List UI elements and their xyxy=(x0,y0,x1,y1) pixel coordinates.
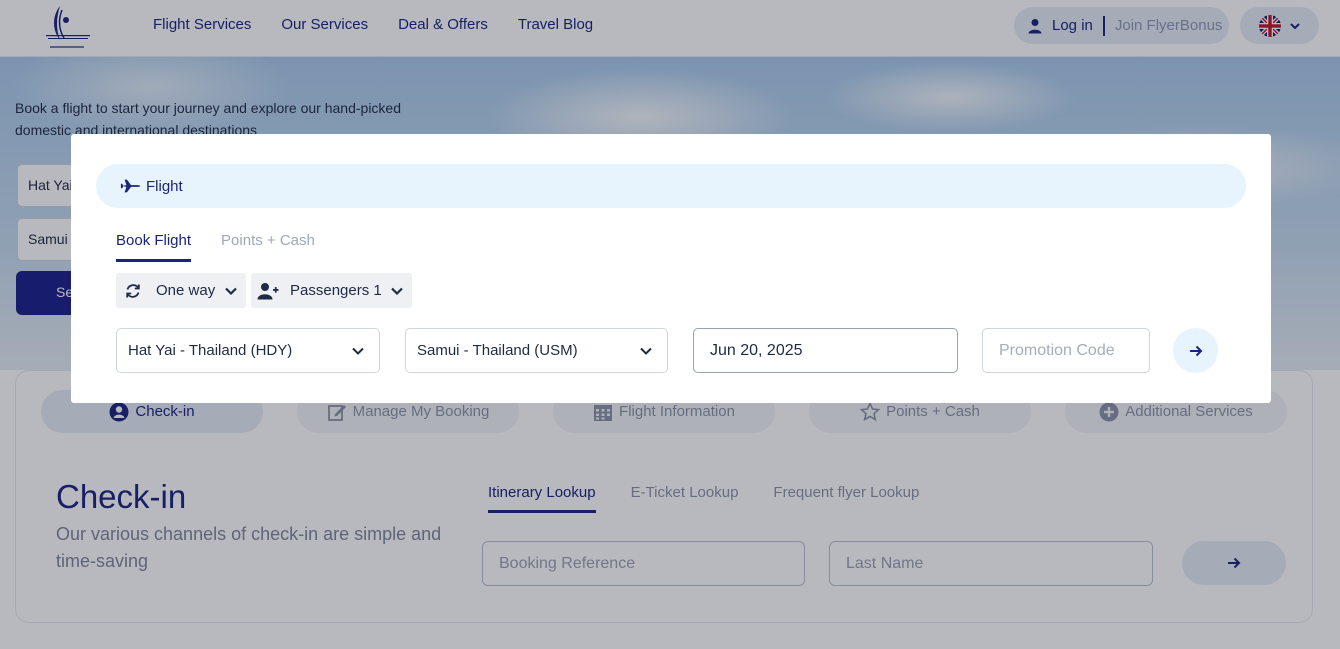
passengers-dropdown[interactable]: Passengers 1 xyxy=(251,273,412,308)
passengers-value: Passengers 1 xyxy=(290,282,382,299)
chevron-down-icon xyxy=(225,287,237,295)
airplane-icon xyxy=(120,179,141,193)
origin-select[interactable]: Hat Yai - Thailand (HDY) xyxy=(116,328,380,373)
search-flights-button[interactable] xyxy=(1173,328,1218,373)
booking-type-tabs: Book Flight Points + Cash xyxy=(116,232,315,262)
swap-arrows-icon xyxy=(126,283,140,298)
origin-value: Hat Yai - Thailand (HDY) xyxy=(128,342,293,359)
chevron-down-icon xyxy=(352,347,364,355)
add-user-icon xyxy=(257,282,279,299)
destination-select[interactable]: Samui - Thailand (USM) xyxy=(405,328,668,373)
flight-section-header[interactable]: Flight xyxy=(96,164,1246,208)
chevron-down-icon xyxy=(391,287,403,295)
trip-type-value: One way xyxy=(156,282,216,299)
chevron-down-icon xyxy=(640,347,652,355)
trip-type-dropdown[interactable]: One way xyxy=(116,273,246,308)
flight-section-label: Flight xyxy=(146,177,183,195)
destination-value: Samui - Thailand (USM) xyxy=(417,342,578,359)
promotion-code-placeholder: Promotion Code xyxy=(999,341,1115,359)
tab-points-plus-cash[interactable]: Points + Cash xyxy=(221,232,315,262)
departure-date-field[interactable]: Jun 20, 2025 xyxy=(693,328,958,373)
tab-book-flight[interactable]: Book Flight xyxy=(116,232,192,262)
promotion-code-input[interactable]: Promotion Code xyxy=(982,328,1150,373)
departure-date-value: Jun 20, 2025 xyxy=(710,341,803,359)
flight-booking-modal: Flight Book Flight Points + Cash One way… xyxy=(71,134,1271,403)
arrow-right-icon xyxy=(1189,345,1202,356)
